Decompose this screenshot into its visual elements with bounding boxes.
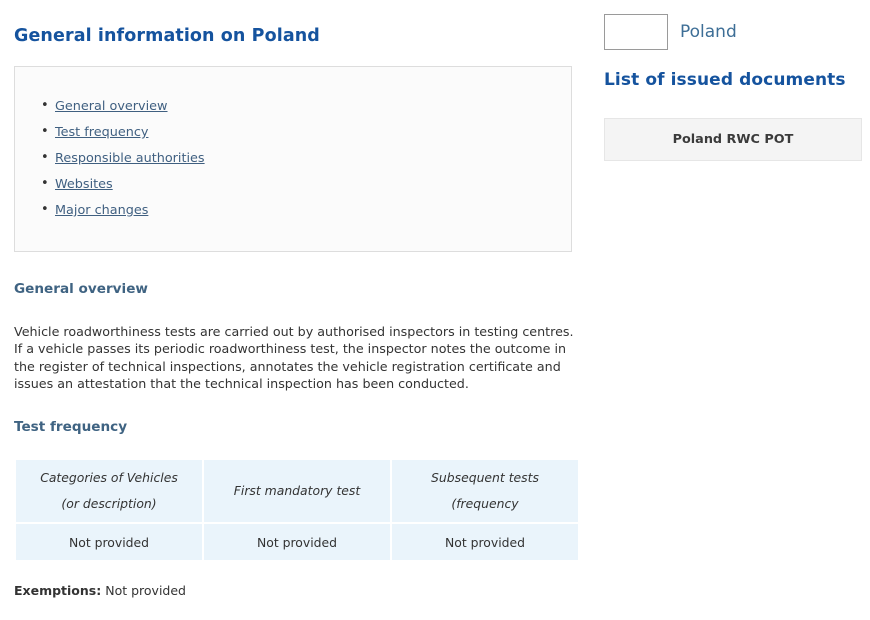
poland-flag-icon <box>604 14 668 50</box>
header-line-primary: Categories of Vehicles <box>40 470 178 485</box>
section-heading-test-frequency: Test frequency <box>14 419 128 435</box>
page-title: General information on Poland <box>14 26 320 46</box>
toc-link-responsible-authorities[interactable]: Responsible authorities <box>55 151 205 166</box>
table-cell-subsequent-tests: Not provided <box>392 524 578 560</box>
exemptions-value: Not provided <box>105 583 186 598</box>
documents-heading: List of issued documents <box>604 70 846 90</box>
document-card-label: Poland RWC POT <box>672 132 794 147</box>
list-item: Responsible authorities <box>41 151 571 166</box>
country-name: Poland <box>680 22 737 42</box>
header-line-secondary: (or description) <box>61 496 157 511</box>
section-heading-general-overview: General overview <box>14 281 148 297</box>
toc-link-websites[interactable]: Websites <box>55 177 113 192</box>
table-cell-first-test: Not provided <box>204 524 390 560</box>
exemptions-label: Exemptions: <box>14 583 102 598</box>
table-body: Not provided Not provided Not provided <box>16 524 578 560</box>
table-row: Not provided Not provided Not provided <box>16 524 578 560</box>
list-item: Test frequency <box>41 125 571 140</box>
list-item: General overview <box>41 99 571 114</box>
table-header-row: Categories of Vehicles (or description) … <box>16 460 578 522</box>
general-overview-paragraph: Vehicle roadworthiness tests are carried… <box>14 324 574 392</box>
table-of-contents-box: General overview Test frequency Responsi… <box>14 66 572 252</box>
page-root: General information on Poland General ov… <box>0 0 870 620</box>
table-header-cell-subsequent-tests: Subsequent tests (frequency <box>392 460 578 522</box>
list-item: Major changes <box>41 203 571 218</box>
table-header: Categories of Vehicles (or description) … <box>16 460 578 522</box>
toc-link-test-frequency[interactable]: Test frequency <box>55 125 148 140</box>
country-header: Poland <box>604 14 737 50</box>
test-frequency-table: Categories of Vehicles (or description) … <box>14 458 580 562</box>
toc-link-major-changes[interactable]: Major changes <box>55 203 148 218</box>
table-of-contents-list: General overview Test frequency Responsi… <box>15 67 571 218</box>
list-item: Websites <box>41 177 571 192</box>
table-header-cell-first-test: First mandatory test <box>204 460 390 522</box>
header-line-primary: Subsequent tests (frequency <box>431 470 539 511</box>
exemptions-line: Exemptions: Not provided <box>14 583 186 598</box>
toc-link-general-overview[interactable]: General overview <box>55 99 168 114</box>
table-cell-categories: Not provided <box>16 524 202 560</box>
document-card-poland-rwc-pot[interactable]: Poland RWC POT <box>604 118 862 161</box>
table-header-cell-categories: Categories of Vehicles (or description) <box>16 460 202 522</box>
header-line-primary: First mandatory test <box>233 483 361 498</box>
